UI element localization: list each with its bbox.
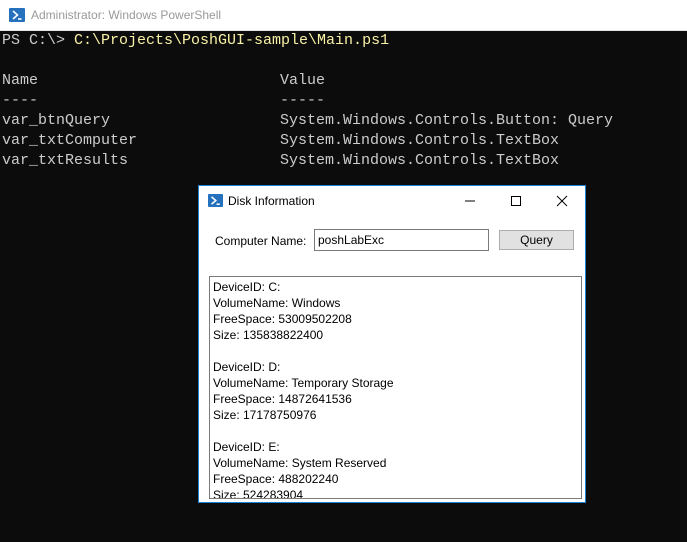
disk-information-dialog[interactable]: Disk Information Computer Name: Query De… xyxy=(198,185,586,503)
disk-entry: DeviceID: C: VolumeName: Windows FreeSpa… xyxy=(213,279,581,343)
minimize-icon xyxy=(465,200,475,202)
column-underline-name: ---- xyxy=(2,92,39,109)
command-line: PS C:\> C:\Projects\PoshGUI-sample\Main.… xyxy=(2,31,389,51)
column-header-value: Value xyxy=(280,72,326,89)
table-row-value: System.Windows.Controls.Button: Query xyxy=(280,112,614,129)
close-button[interactable] xyxy=(539,186,585,216)
dialog-title: Disk Information xyxy=(228,194,315,208)
table-row-value: System.Windows.Controls.TextBox xyxy=(280,152,560,169)
powershell-titlebar[interactable]: Administrator: Windows PowerShell xyxy=(0,0,687,31)
device-id-line: DeviceID: D: xyxy=(213,360,281,374)
free-space-line: FreeSpace: 14872641536 xyxy=(213,392,352,406)
size-line: Size: 17178750976 xyxy=(213,408,317,422)
device-id-line: DeviceID: C: xyxy=(213,280,281,294)
disk-entry: DeviceID: E: VolumeName: System Reserved… xyxy=(213,439,581,499)
volume-name-line: VolumeName: Temporary Storage xyxy=(213,376,394,390)
computer-name-input[interactable] xyxy=(314,229,489,251)
table-row-name: var_btnQuery xyxy=(2,112,111,129)
maximize-icon xyxy=(511,196,521,206)
dialog-titlebar[interactable]: Disk Information xyxy=(199,186,585,216)
table-row-name: var_txtComputer xyxy=(2,132,138,149)
powershell-icon xyxy=(9,8,25,22)
column-header-name: Name xyxy=(2,72,39,89)
table-row-name: var_txtResults xyxy=(2,152,129,169)
disk-entry: DeviceID: D: VolumeName: Temporary Stora… xyxy=(213,359,581,423)
computer-name-label: Computer Name: xyxy=(215,234,307,248)
free-space-line: FreeSpace: 488202240 xyxy=(213,472,339,486)
column-underline-value: ----- xyxy=(280,92,326,109)
volume-name-line: VolumeName: Windows xyxy=(213,296,341,310)
maximize-button[interactable] xyxy=(493,186,539,216)
results-textbox[interactable]: DeviceID: C: VolumeName: Windows FreeSpa… xyxy=(209,276,582,499)
free-space-line: FreeSpace: 53009502208 xyxy=(213,312,352,326)
table-row-value: System.Windows.Controls.TextBox xyxy=(280,132,560,149)
powershell-window-title: Administrator: Windows PowerShell xyxy=(31,8,222,22)
prompt-text: PS C:\> xyxy=(2,32,75,49)
query-button[interactable]: Query xyxy=(499,230,574,250)
size-line: Size: 524283904 xyxy=(213,488,304,499)
size-line: Size: 135838822400 xyxy=(213,328,324,342)
minimize-button[interactable] xyxy=(447,186,493,216)
close-icon xyxy=(556,195,568,207)
device-id-line: DeviceID: E: xyxy=(213,440,280,454)
volume-name-line: VolumeName: System Reserved xyxy=(213,456,387,470)
powershell-icon xyxy=(208,194,223,207)
command-text: C:\Projects\PoshGUI-sample\Main.ps1 xyxy=(74,32,390,49)
